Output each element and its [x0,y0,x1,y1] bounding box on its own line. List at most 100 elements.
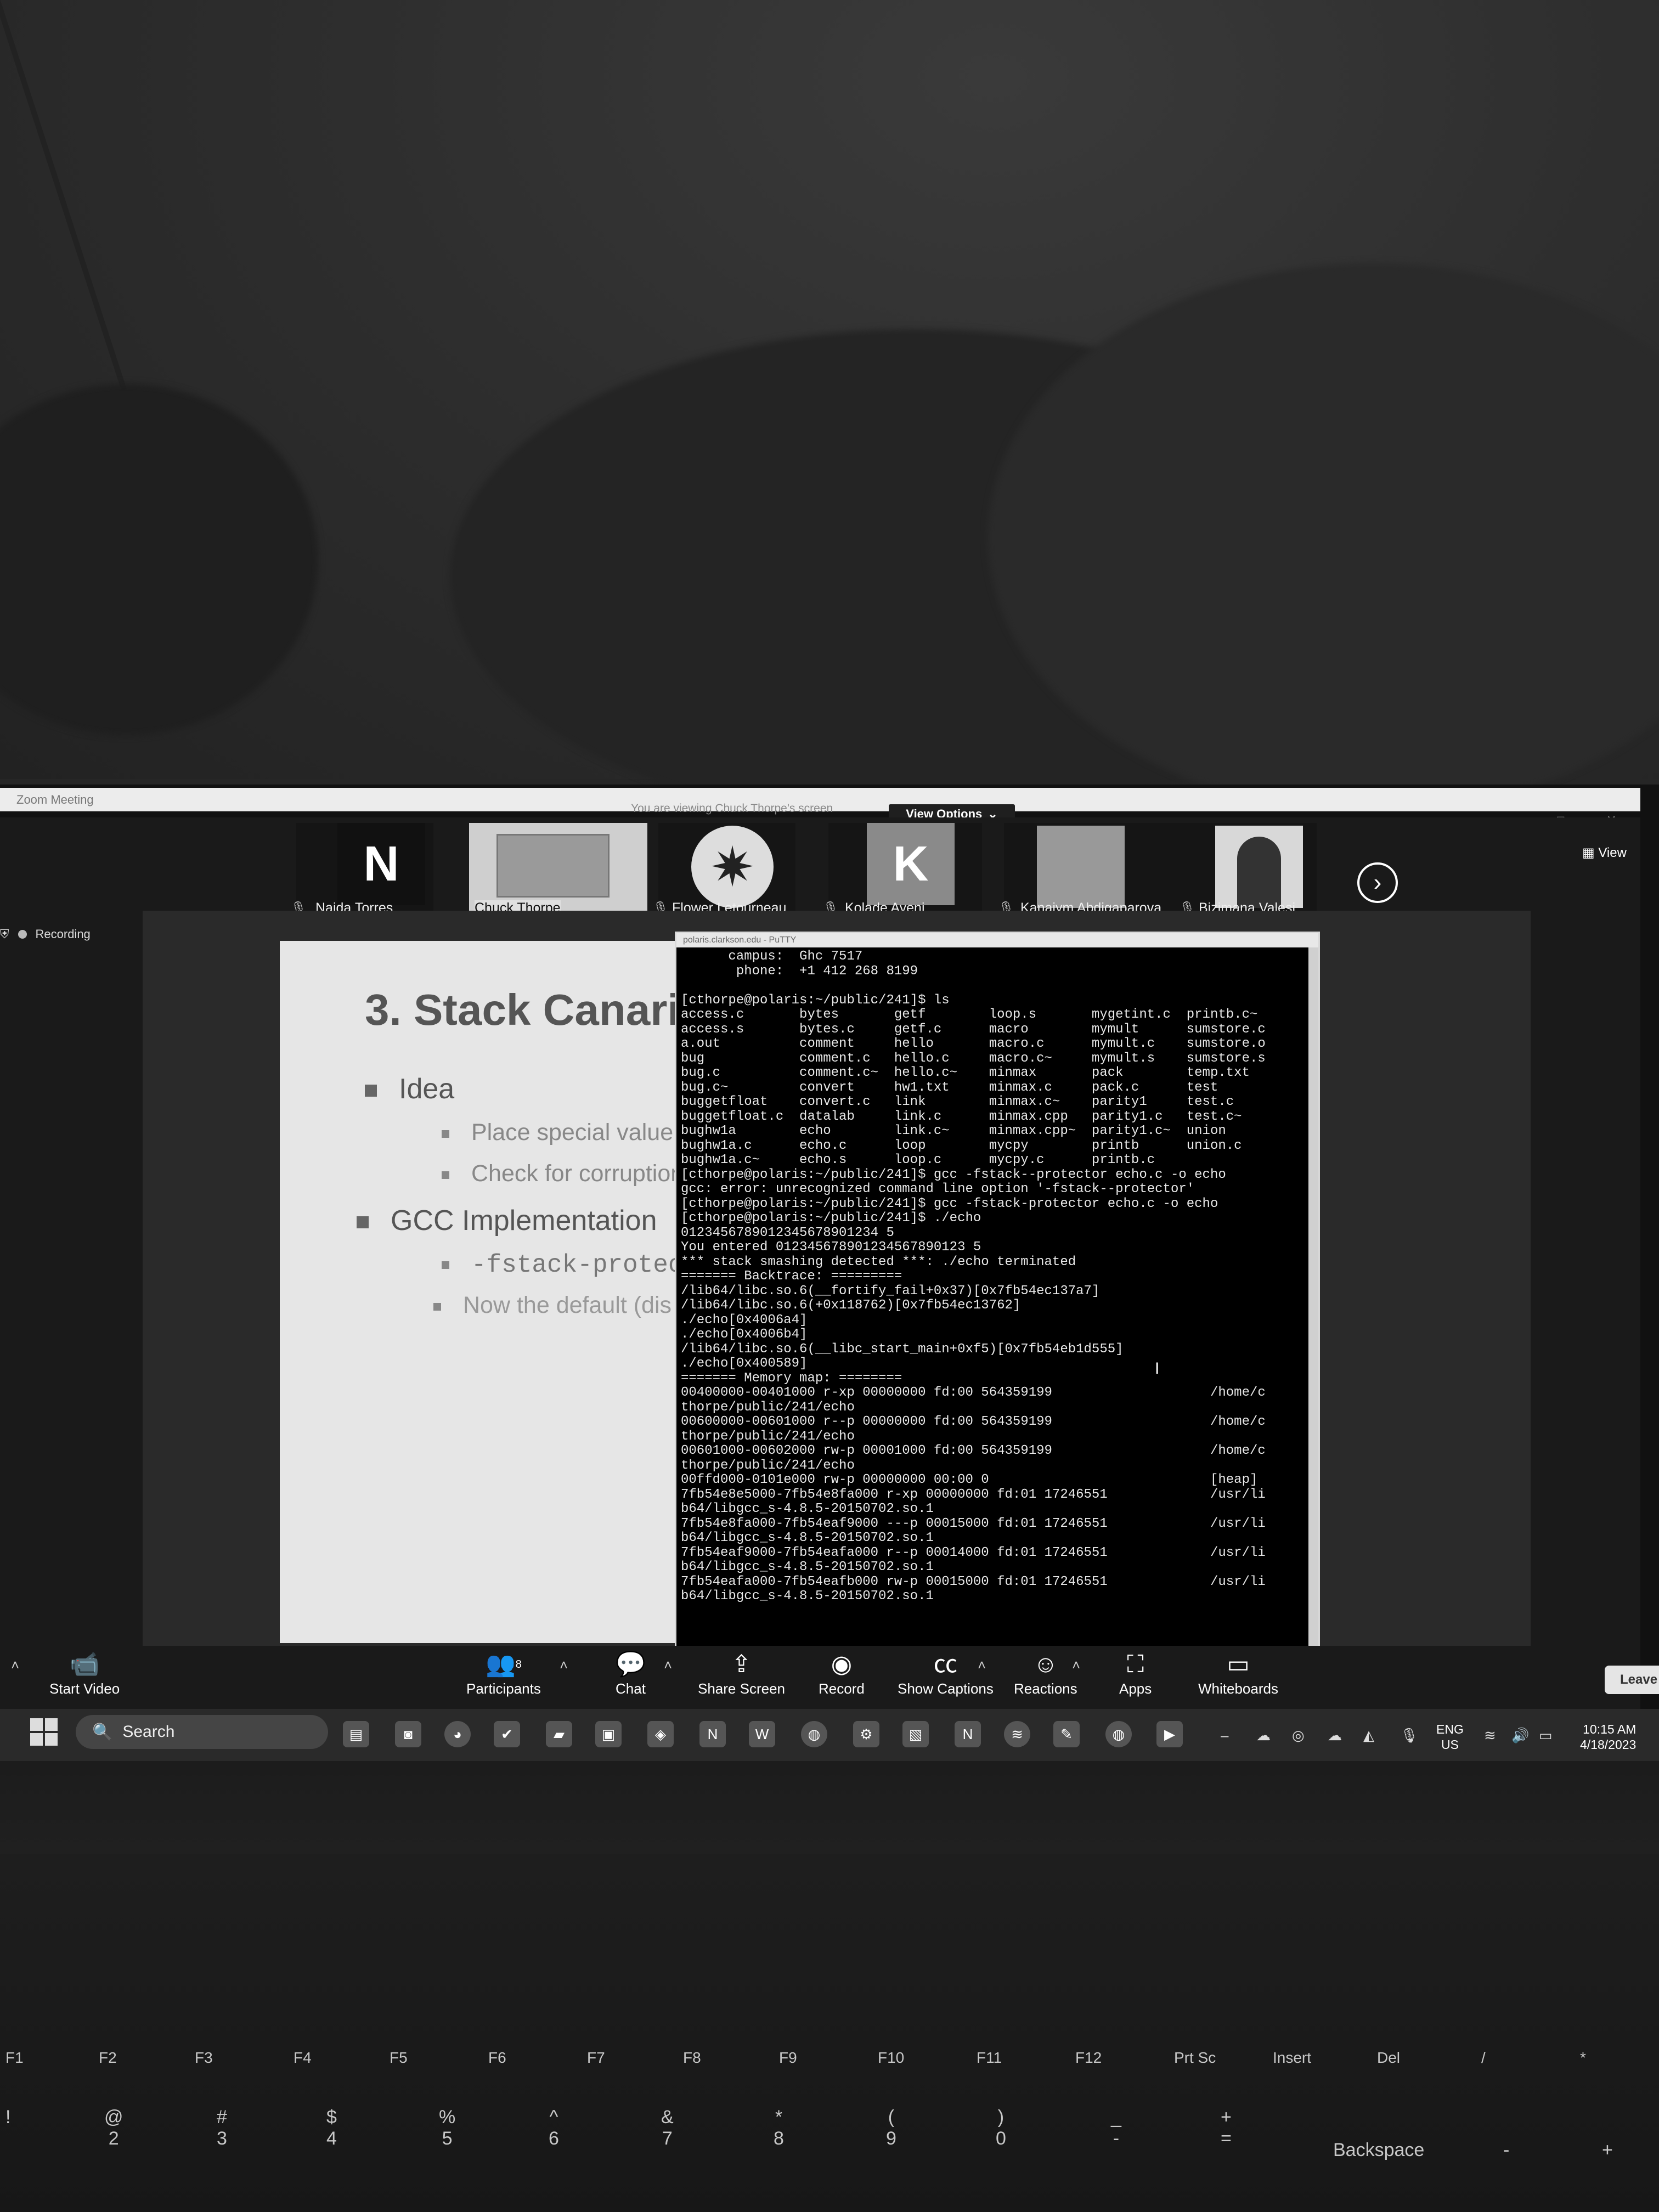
tray-circle-icon[interactable]: ◎ [1292,1727,1305,1744]
participant-tile[interactable]: 🎙 Bizimana Valesi [1180,823,1317,916]
check-icon[interactable]: ✔ [494,1721,520,1747]
windows-start-icon[interactable] [30,1718,58,1746]
participant-tile[interactable]: 🎙 Kanaiym Abdigaparova [998,823,1185,916]
volume-icon[interactable]: 🔊 [1511,1727,1529,1744]
apps-button[interactable]: ⛶ Apps [1119,1649,1152,1697]
chevron-up-icon[interactable]: ˄ [664,1657,672,1674]
putty-terminal-window[interactable]: polaris.clarkson.edu - PuTTY campus: Ghc… [675,932,1320,1655]
language-indicator[interactable]: ENG US [1436,1722,1464,1752]
share-screen-button[interactable]: ⇪ Share Screen [698,1649,785,1697]
participant-tile[interactable]: K 🎙 Kolade Ayeni [823,823,982,916]
meet-icon[interactable]: ◙ [395,1721,421,1747]
chat-button[interactable]: 💬 Chat [616,1649,646,1697]
number-key[interactable]: ! [5,2107,10,2149]
key-f6[interactable]: F6 [488,2049,506,2067]
zoom-icon[interactable]: ▶ [1156,1721,1183,1747]
number-key[interactable]: + = [1221,2107,1232,2149]
notion-icon[interactable]: N [955,1721,981,1747]
key-f3[interactable]: F3 [195,2049,213,2067]
key-f5[interactable]: F5 [390,2049,408,2067]
terminal-line: b64/libgcc_s-4.8.5-20150702.so.1 [681,1589,934,1604]
wifi-icon[interactable]: ≋ [1484,1727,1496,1744]
number-key[interactable]: * 8 [774,2107,784,2149]
onenote-icon[interactable]: N [699,1721,726,1747]
number-key[interactable]: (9 [886,2107,896,2149]
numpad-plus-key[interactable]: + [1602,2140,1613,2161]
number-key[interactable]: & 7 [661,2107,674,2149]
app-icon[interactable]: ◈ [647,1721,674,1747]
key-f7[interactable]: F7 [587,2049,605,2067]
key-prt-sc[interactable]: Prt Sc [1174,2049,1216,2067]
start-video-button[interactable]: 📹 Start Video [49,1649,120,1697]
taskbar-clock[interactable]: 10:15 AM 4/18/2023 [1580,1722,1636,1752]
terminal-line: bughw1a.c echo.c loop mycpy printb union… [681,1138,1242,1153]
participants-button[interactable]: 👥8 Participants [466,1649,541,1697]
record-button[interactable]: ◉ Record [819,1649,865,1697]
key-f10[interactable]: F10 [878,2049,904,2067]
key-f12[interactable]: F12 [1075,2049,1102,2067]
folder-icon[interactable]: ▰ [546,1721,572,1747]
word-icon[interactable]: W [749,1721,775,1747]
chrome-icon[interactable]: ◍ [1105,1721,1132,1747]
number-key[interactable]: _ - [1111,2107,1121,2149]
settings-icon[interactable]: ⚙ [853,1721,879,1747]
terminal-line: 00601000-00602000 rw-p 00001000 fd:00 56… [681,1443,1266,1458]
terminal-line: *** stack smashing detected ***: ./echo … [681,1254,1076,1269]
backspace-key[interactable]: Backspace [1333,2140,1424,2161]
spotify-icon[interactable]: ≋ [1004,1721,1030,1747]
cloud-icon[interactable]: ☁ [1256,1727,1271,1744]
scrollbar[interactable] [1308,947,1318,1653]
gear-logo-icon: ✷ [709,836,755,898]
edit-icon[interactable]: ✎ [1053,1721,1080,1747]
key-del[interactable]: Del [1377,2049,1400,2067]
key-f8[interactable]: F8 [683,2049,701,2067]
tray-dash-icon[interactable]: – [1221,1727,1228,1744]
terminal-line: bughw1a.c~ echo.s loop.c mycpy.c printb.… [681,1153,1155,1167]
key-*[interactable]: * [1580,2049,1586,2067]
tray-app-icon[interactable]: ◭ [1363,1727,1374,1744]
notes-icon[interactable]: ▧ [902,1721,929,1747]
number-key[interactable]: #3 [217,2107,227,2149]
participant-tile[interactable]: Chuck Thorpe [469,823,647,916]
discord-icon[interactable]: ◕ [444,1721,471,1747]
taskbar-search[interactable]: 🔍 Search [76,1715,328,1749]
key-f4[interactable]: F4 [294,2049,312,2067]
key-f1[interactable]: F1 [5,2049,24,2067]
key-f9[interactable]: F9 [779,2049,797,2067]
chevron-up-icon[interactable]: ˄ [1072,1657,1080,1674]
participant-tile[interactable]: ✷ 🎙 Flower Letourneau [653,823,795,916]
chrome-icon[interactable]: ◍ [801,1721,827,1747]
whiteboards-button[interactable]: ▭ Whiteboards [1198,1649,1278,1697]
number-key[interactable]: % 5 [439,2107,455,2149]
number-key[interactable]: $4 [326,2107,337,2149]
view-button[interactable]: ▦ View [1582,845,1627,861]
number-key[interactable]: ^ 6 [549,2107,559,2149]
chevron-up-icon[interactable]: ˄ [560,1657,568,1674]
terminal-line: [cthorpe@polaris:~/public/241]$ ./echo [681,1211,981,1226]
onedrive-icon[interactable]: ☁ [1328,1727,1342,1744]
leave-button[interactable]: Leave [1605,1666,1659,1694]
numpad-minus-key[interactable]: - [1503,2140,1509,2161]
participant-tile[interactable]: N 🎙 Naida Torres [291,823,433,916]
key-/[interactable]: / [1481,2049,1486,2067]
number-key[interactable]: ) 0 [996,2107,1006,2149]
key-insert[interactable]: Insert [1273,2049,1311,2067]
key-f2[interactable]: F2 [99,2049,117,2067]
key-f11[interactable]: F11 [977,2049,1002,2067]
recording-indicator[interactable]: ⛨ Recording [0,927,91,941]
shield-icon: ⛨ [0,927,9,941]
terminal-line: 7fb54e8e5000-7fb54e8fa000 r-xp 00000000 … [681,1487,1266,1502]
chevron-up-icon[interactable]: ˄ [978,1657,986,1674]
battery-icon[interactable]: ▭ [1539,1727,1553,1744]
file-icon[interactable]: ▤ [343,1721,369,1747]
record-dot-icon [18,930,27,939]
number-key[interactable]: @2 [104,2107,123,2149]
microphone-icon[interactable]: 🎙 [1400,1727,1418,1744]
reactions-button[interactable]: ☺ Reactions [1014,1649,1077,1697]
terminal-line: 0123456789012345678901234 5 [681,1225,894,1240]
chevron-up-icon[interactable]: ˄ [11,1657,19,1674]
next-page-icon[interactable]: › [1357,862,1398,903]
record-icon: ◉ [831,1651,853,1678]
store-icon[interactable]: ▣ [595,1721,622,1747]
